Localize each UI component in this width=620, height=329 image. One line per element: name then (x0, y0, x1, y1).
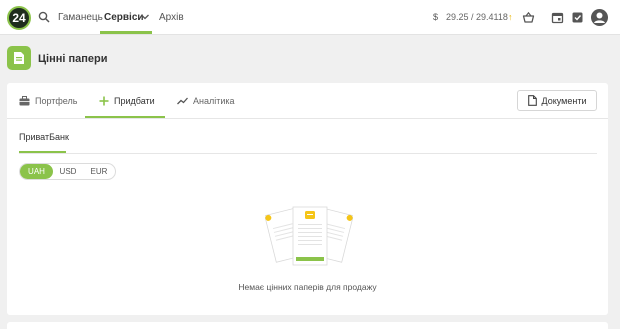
trend-icon (177, 97, 188, 105)
calendar-icon[interactable] (551, 11, 564, 24)
securities-icon (7, 46, 31, 70)
subtab-privatbank[interactable]: ПриватБанк (19, 132, 69, 142)
currency-eur[interactable]: EUR (83, 164, 115, 179)
next-card (7, 322, 608, 329)
tab-portfolio-label: Портфель (35, 96, 78, 106)
tab-active-indicator (85, 116, 165, 118)
tab-bar: Портфель Придбати Аналітика Документи (7, 83, 608, 119)
currency-switcher: UAH USD EUR (19, 163, 116, 180)
nav-archive[interactable]: Архів (159, 12, 184, 23)
securities-card: Портфель Придбати Аналітика Документи Пр… (7, 83, 608, 315)
document-icon (527, 95, 537, 106)
divider (19, 153, 597, 154)
currency-usd[interactable]: USD (53, 164, 83, 179)
privat24-logo[interactable]: 24 (7, 6, 31, 30)
plus-icon (99, 96, 109, 106)
tab-analytics-label: Аналітика (193, 96, 235, 106)
currency-symbol: $ (433, 12, 439, 22)
tab-buy[interactable]: Придбати (99, 83, 155, 119)
empty-securities-illustration (265, 206, 353, 266)
tab-portfolio[interactable]: Портфель (19, 83, 77, 119)
basket-icon[interactable] (522, 11, 535, 24)
logo-text: 24 (12, 11, 26, 25)
exchange-rate[interactable]: 29.25 / 29.4118 (446, 12, 508, 22)
search-icon[interactable] (38, 11, 50, 23)
tab-analytics[interactable]: Аналітика (177, 83, 235, 119)
chevron-down-icon[interactable] (140, 13, 150, 21)
documents-button[interactable]: Документи (517, 90, 597, 111)
briefcase-icon (19, 96, 30, 106)
user-avatar-icon[interactable] (591, 9, 608, 26)
nav-services[interactable]: Сервіси (104, 12, 144, 23)
page-title: Цінні папери (38, 53, 108, 65)
top-bar: 24 Гаманець Сервіси Архів $ 29.25 / 29.4… (0, 0, 620, 35)
nav-active-indicator (100, 31, 152, 34)
documents-button-label: Документи (541, 95, 587, 106)
rate-trend-icon: ↑ (508, 12, 513, 22)
tasks-icon[interactable] (571, 11, 584, 24)
currency-uah[interactable]: UAH (20, 164, 53, 179)
tab-buy-label: Придбати (114, 96, 155, 106)
nav-wallet[interactable]: Гаманець (58, 12, 103, 23)
empty-state-message: Немає цінних паперів для продажу (238, 282, 377, 292)
